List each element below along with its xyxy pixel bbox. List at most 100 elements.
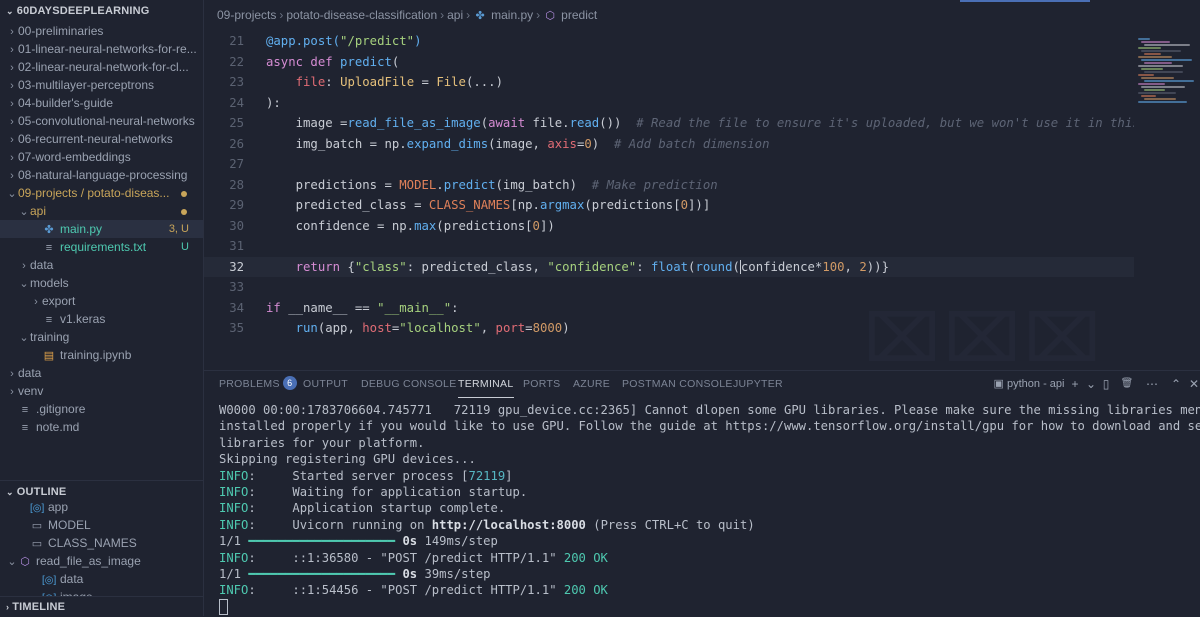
code-line[interactable]: 30 confidence = np.max(predictions[0]) [204,216,1134,236]
explorer-item[interactable]: › venv [0,382,203,400]
maximize-panel-button[interactable]: ⌃ [1169,371,1183,397]
minimap-line [1141,68,1163,70]
explorer-item[interactable]: › 05-convolutional-neural-networks [0,112,203,130]
code-token: (...) [465,75,503,89]
explorer-item[interactable]: › export [0,292,203,310]
explorer-item[interactable]: › data [0,256,203,274]
code-line[interactable]: 24): [204,93,1134,113]
explorer-item[interactable]: › 06-recurrent-neural-networks [0,130,203,148]
tab-postman-console[interactable]: POSTMAN CONSOLE [622,371,733,397]
code-line[interactable]: 28 predictions = MODEL.predict(img_batch… [204,175,1134,195]
split-terminal-button[interactable]: ▯ [1099,371,1113,397]
explorer-item[interactable]: › 08-natural-language-processing [0,166,203,184]
code-token: ) [414,34,422,48]
code-token: if [266,300,289,315]
explorer-item[interactable]: › 07-word-embeddings [0,148,203,166]
code-line[interactable]: 25 image =read_file_as_image(await file.… [204,113,1134,133]
panel-tab-label: PORTS [523,378,561,390]
code-token: UploadFile [340,75,415,89]
timeline-header[interactable]: › TIMELINE [0,596,203,617]
new-terminal-button[interactable]: + [1068,371,1082,397]
outline-title: OUTLINE [16,486,67,498]
explorer-item[interactable]: ≡ requirements.txt U [0,238,203,256]
explorer-header[interactable]: ⌄ 60DAYSDEEPLEARNING [0,0,203,22]
code-line[interactable]: 29 predicted_class = CLASS_NAMES[np.argm… [204,195,1134,215]
tab-problems[interactable]: PROBLEMS 6 [219,371,297,397]
code-line[interactable]: 21 @app.post("/predict") [204,31,1134,51]
code-line[interactable]: 27 [204,154,1134,174]
terminal-text: 200 OK [563,583,608,598]
explorer-item-label: 02-linear-neural-network-for-cl... [18,60,189,74]
code-line[interactable]: 35 run(app, host="localhost", port=8000) [204,318,1134,338]
timeline-title: TIMELINE [12,601,66,613]
code-line[interactable]: 22 async def predict( [204,52,1134,72]
explorer-item[interactable]: ⌄09-projects / potato-diseas... [0,184,203,202]
code-token: read_file_as_image [347,116,481,130]
code-line[interactable]: 34 if __name__ == "__main__": [204,298,1134,318]
code-line[interactable]: 31 [204,236,1134,256]
breadcrumb-item[interactable]: predict [561,8,597,22]
explorer-item[interactable]: › 01-linear-neural-networks-for-re... [0,40,203,58]
explorer-item[interactable]: ⌄api [0,202,203,220]
minimap-line [1138,56,1172,58]
terminal-selector[interactable]: ▣ python - api [991,371,1067,397]
code-text: ): [266,93,281,113]
explorer-item[interactable]: › 02-linear-neural-network-for-cl... [0,58,203,76]
panel-tab-label: PROBLEMS [219,378,280,390]
tab-terminal[interactable]: TERMINAL [458,371,514,398]
outline-item[interactable]: [◎] app [0,498,203,516]
code-token: file. [532,116,570,130]
outline-item[interactable]: ⌄ ⬡ read_file_as_image [0,552,203,570]
explorer-item[interactable]: ▤ training.ipynb [0,346,203,364]
breadcrumb-item[interactable]: api [447,8,463,22]
code-line[interactable]: 32 return {"class": predicted_class, "co… [204,256,1134,277]
line-number: 27 [229,157,244,171]
tab-ports[interactable]: PORTS [523,371,560,397]
minimap[interactable] [1134,30,1200,370]
code-token: 8000 [532,321,563,335]
code-editor[interactable]: ⌧⌧⌧ 21 @app.post("/predict") 22 async def p… [204,30,1134,370]
terminal-text: : Application startup complete. [248,501,506,516]
more-actions-button[interactable]: ⋯ [1145,371,1159,397]
code-line[interactable]: 33 [204,277,1134,297]
explorer-item[interactable]: › data [0,364,203,382]
breadcrumb-item[interactable]: main.py [491,8,533,22]
outline-item[interactable]: ▭ MODEL [0,516,203,534]
code-token: [np. [510,198,540,212]
explorer-item[interactable]: ≡ v1.keras [0,310,203,328]
minimap-line [1138,83,1165,85]
outline-tree: [◎] app ▭ MODEL ▭ CLASS_NAMES ⌄ ⬡ read_file_as_i… [0,498,203,606]
code-token: , [844,259,860,274]
terminal-dropdown-icon[interactable]: ⌄ [1084,371,1098,397]
explorer-item[interactable]: ✤ main.py 3, U [0,220,203,238]
kill-terminal-button[interactable]: 🗑 [1120,371,1134,397]
tab-jupyter[interactable]: JUPYTER [733,371,783,397]
chevron-right-icon: › [10,134,14,146]
close-panel-button[interactable]: ✕ [1187,371,1200,397]
code-line[interactable]: 26 img_batch = np.expand_dims(image, axi… [204,134,1134,154]
terminal-line: INFO: ::1:36580 - "POST /predict HTTP/1.… [219,550,1200,566]
modified-dot [181,209,187,215]
breadcrumb-separator: › [466,8,471,22]
breadcrumb-item[interactable]: 09-projects [217,8,276,22]
tab-azure[interactable]: AZURE [573,371,610,397]
explorer-item[interactable]: ≡ .gitignore [0,400,203,418]
outline-item[interactable]: ▭ CLASS_NAMES [0,534,203,552]
tab-debug-console[interactable]: DEBUG CONSOLE [361,371,457,397]
explorer-item[interactable]: ⌄training [0,328,203,346]
explorer-item[interactable]: › 03-multilayer-perceptrons [0,76,203,94]
explorer-item[interactable]: › 00-preliminaries [0,22,203,40]
terminal-output[interactable]: W0000 00:00:1783706604.745771 72119 gpu_… [219,402,1200,617]
outline-item[interactable]: [◎] data [0,570,203,588]
breadcrumb-item[interactable]: potato-disease-classification [286,8,437,22]
minimap-line [1138,65,1183,67]
python-icon: ✤ [44,224,54,236]
explorer-item[interactable]: ⌄models [0,274,203,292]
tab-output[interactable]: OUTPUT [303,371,348,397]
terminal-line: INFO: Started server process [72119] [219,468,1200,484]
explorer-item[interactable]: ≡ note.md [0,418,203,436]
problems-count-badge: 6 [282,376,297,390]
code-line[interactable]: 23 file: UploadFile = File(...) [204,72,1134,92]
terminal-text: W0000 00:00:1783706604.745771 72119 gpu_… [219,403,1200,417]
explorer-item[interactable]: › 04-builder's-guide [0,94,203,112]
